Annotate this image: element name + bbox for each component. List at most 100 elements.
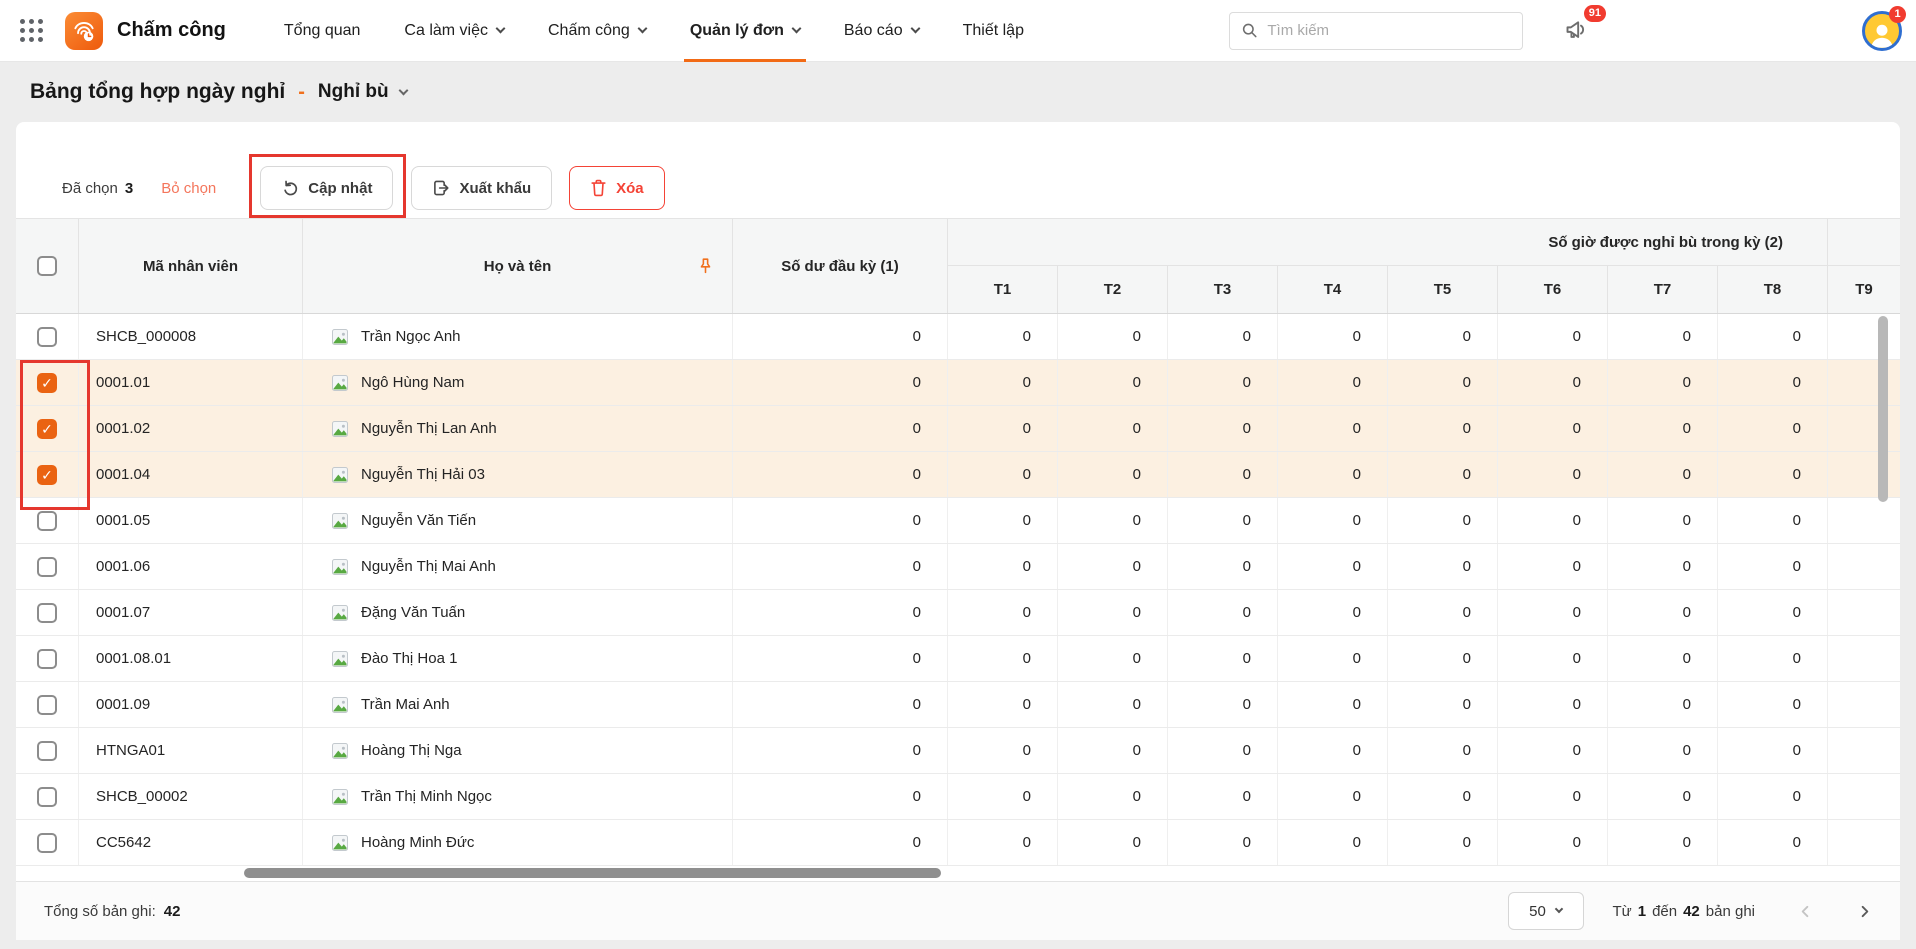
month-header-t7[interactable]: T7 [1608,266,1718,313]
notifications-button[interactable]: 91 [1563,15,1590,47]
select-all-checkbox[interactable] [37,256,57,276]
month-cell-t6: 0 [1498,774,1608,819]
row-checkbox[interactable] [37,833,57,853]
table-row[interactable]: HTNGA01 Hoàng Thị Nga000000000 [16,728,1900,774]
nav-item-quan-ly-don[interactable]: Quản lý đơn [690,0,800,61]
user-avatar[interactable]: 1 [1862,11,1902,51]
table-row[interactable]: ✓0001.01 Ngô Hùng Nam000000000 [16,360,1900,406]
row-select-cell [16,498,79,543]
selected-count: 3 [125,180,133,197]
page-size-select[interactable]: 50 [1508,892,1584,930]
app-logo-icon[interactable] [65,12,103,50]
month-cell-t4: 0 [1278,820,1388,865]
table-body: SHCB_000008 Trần Ngọc Anh000000000 ✓ 0001.… [16,314,1900,866]
image-placeholder-icon [330,741,350,761]
month-header-t6[interactable]: T6 [1498,266,1608,313]
row-checkbox[interactable] [37,511,57,531]
table-row[interactable]: ✓0001.02 Nguyễn Thị Lan Anh000000000 [16,406,1900,452]
row-checkbox[interactable]: ✓ [37,465,57,485]
nav-item-ca-lam-viec[interactable]: Ca làm việc [404,0,504,61]
month-cell-t9 [1828,820,1900,865]
month-cell-t8: 0 [1718,360,1828,405]
full-name-header[interactable]: Họ và tên [303,219,733,313]
row-select-cell [16,590,79,635]
employee-name-cell: Đào Thị Hoa 1 [303,636,733,681]
employee-name: Ngô Hùng Nam [361,374,464,391]
row-select-cell [16,774,79,819]
employee-code-cell: 0001.08.01 [79,636,303,681]
row-checkbox[interactable] [37,327,57,347]
row-checkbox[interactable]: ✓ [37,373,57,393]
employee-code-header[interactable]: Mã nhân viên [79,219,303,313]
delete-button[interactable]: Xóa [569,166,665,210]
export-button-label: Xuất khẩu [459,180,531,197]
month-header-t2[interactable]: T2 [1058,266,1168,313]
table-row[interactable]: ✓0001.04 Nguyễn Thị Hải 03000000000 [16,452,1900,498]
employee-name: Nguyễn Thị Hải 03 [361,466,485,483]
row-checkbox[interactable] [37,603,57,623]
month-cell-t4: 0 [1278,728,1388,773]
balance-cell: 0 [733,360,948,405]
month-header-t1[interactable]: T1 [948,266,1058,313]
vertical-scrollbar-thumb[interactable] [1878,316,1888,502]
employee-code-cell: 0001.06 [79,544,303,589]
month-cell-t8: 0 [1718,590,1828,635]
month-header-t9[interactable]: T9 [1828,266,1900,313]
month-header-t3[interactable]: T3 [1168,266,1278,313]
table-row[interactable]: SHCB_00002 Trần Thị Minh Ngọc000000000 [16,774,1900,820]
image-placeholder-icon [330,833,350,853]
month-cell-t6: 0 [1498,360,1608,405]
nav-item-tong-quan[interactable]: Tổng quan [284,0,361,61]
delete-button-label: Xóa [616,180,644,197]
pin-column-icon[interactable] [697,258,714,275]
table-row[interactable]: CC5642 Hoàng Minh Đức000000000 [16,820,1900,866]
row-checkbox[interactable] [37,557,57,577]
export-button[interactable]: Xuất khẩu [411,166,552,210]
month-cell-t6: 0 [1498,452,1608,497]
search-input[interactable] [1267,22,1510,39]
row-checkbox[interactable] [37,741,57,761]
row-checkbox[interactable]: ✓ [37,419,57,439]
month-cell-t4: 0 [1278,682,1388,727]
month-cell-t7: 0 [1608,406,1718,451]
month-cell-t9 [1828,544,1900,589]
month-header-t8[interactable]: T8 [1718,266,1828,313]
previous-page-button[interactable] [1798,904,1813,919]
table-row[interactable]: 0001.07 Đặng Văn Tuấn000000000 [16,590,1900,636]
opening-balance-header[interactable]: Số dư đầu kỳ (1) [733,219,948,313]
apps-grid-icon[interactable] [20,19,43,42]
table-row[interactable]: SHCB_000008 Trần Ngọc Anh000000000 [16,314,1900,360]
employee-code-cell: 0001.01 [79,360,303,405]
row-checkbox[interactable] [37,649,57,669]
month-header-t4[interactable]: T4 [1278,266,1388,313]
table-row[interactable]: 0001.08.01 Đào Thị Hoa 1000000000 [16,636,1900,682]
month-header-t5[interactable]: T5 [1388,266,1498,313]
row-checkbox[interactable] [37,787,57,807]
chevron-down-icon [791,24,801,34]
nav-item-bao-cao[interactable]: Báo cáo [844,0,919,61]
next-page-button[interactable] [1857,904,1872,919]
row-checkbox[interactable] [37,695,57,715]
horizontal-scrollbar-thumb[interactable] [244,868,941,878]
month-cell-t5: 0 [1388,498,1498,543]
nav-item-cham-cong[interactable]: Chấm công [548,0,646,61]
deselect-button[interactable]: Bỏ chọn [161,180,216,197]
nav-item-label: Chấm công [548,22,630,40]
table-row[interactable]: 0001.09 Trần Mai Anh000000000 [16,682,1900,728]
select-all-cell [16,219,79,313]
balance-cell: 0 [733,314,948,359]
month-cell-t9 [1828,682,1900,727]
leave-type-dropdown[interactable]: Nghỉ bù [318,81,407,103]
image-placeholder-icon [330,603,350,623]
employee-name-cell: Ngô Hùng Nam [303,360,733,405]
update-button[interactable]: Cập nhật [260,166,393,210]
table-row[interactable]: 0001.05 Nguyễn Văn Tiến000000000 [16,498,1900,544]
month-cell-t3: 0 [1168,544,1278,589]
month-cell-t2: 0 [1058,590,1168,635]
row-select-cell: ✓ [16,360,79,405]
search-box[interactable] [1229,12,1523,50]
nav-item-thiet-lap[interactable]: Thiết lập [963,0,1024,61]
table-row[interactable]: 0001.06 Nguyễn Thị Mai Anh000000000 [16,544,1900,590]
page-title-bar: Bảng tổng hợp ngày nghỉ - Nghỉ bù [0,62,1916,122]
month-cell-t6: 0 [1498,590,1608,635]
